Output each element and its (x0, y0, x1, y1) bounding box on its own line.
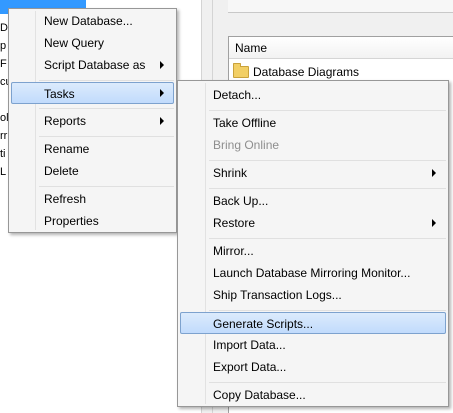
list-item-label: Database Diagrams (253, 65, 360, 79)
menu-item-reports[interactable]: Reports (11, 110, 174, 132)
menu-separator (209, 382, 446, 383)
menu-item-detach[interactable]: Detach... (180, 84, 446, 106)
menu-item-new-database[interactable]: New Database... (11, 10, 174, 32)
menu-item-label: Back Up... (213, 194, 269, 208)
menu-item-label: New Query (44, 36, 105, 50)
menu-item-label: Script Database as (44, 58, 146, 72)
menu-item-label: Launch Database Mirroring Monitor... (213, 266, 411, 280)
menu-item-label: Restore (213, 216, 256, 230)
details-toolbar (228, 0, 453, 13)
menu-item-properties[interactable]: Properties (11, 210, 174, 232)
menu-item-tasks[interactable]: Tasks (11, 82, 174, 104)
menu-separator (39, 108, 174, 109)
menu-item-take-offline[interactable]: Take Offline (180, 112, 446, 134)
submenu-arrow-icon (432, 169, 436, 177)
tasks-submenu: Detach... Take Offline Bring Online Shri… (177, 80, 449, 407)
column-header-name[interactable]: Name (229, 37, 453, 59)
submenu-arrow-icon (432, 219, 436, 227)
menu-separator (209, 160, 446, 161)
menu-item-back-up[interactable]: Back Up... (180, 190, 446, 212)
menu-separator (39, 136, 174, 137)
menu-item-label: Rename (44, 142, 90, 156)
menu-separator (209, 310, 446, 311)
menu-item-label: Properties (44, 214, 99, 228)
menu-item-ship-transaction-logs[interactable]: Ship Transaction Logs... (180, 284, 446, 306)
menu-separator (209, 238, 446, 239)
submenu-arrow-icon (160, 117, 164, 125)
submenu-arrow-icon (160, 89, 164, 97)
menu-item-label: New Database... (44, 14, 133, 28)
menu-item-label: Generate Scripts... (213, 317, 314, 331)
menu-item-restore[interactable]: Restore (180, 212, 446, 234)
menu-item-refresh[interactable]: Refresh (11, 188, 174, 210)
menu-separator (39, 80, 174, 81)
menu-item-export-data[interactable]: Export Data... (180, 356, 446, 378)
menu-item-script-database-as[interactable]: Script Database as (11, 54, 174, 76)
folder-icon (233, 63, 249, 78)
menu-item-label: Export Data... (213, 360, 287, 374)
menu-item-import-data[interactable]: Import Data... (180, 334, 446, 356)
database-context-menu: New Database... New Query Script Databas… (8, 8, 177, 233)
menu-item-label: Detach... (213, 88, 262, 102)
menu-item-copy-database[interactable]: Copy Database... (180, 384, 446, 406)
menu-item-label: Ship Transaction Logs... (213, 288, 342, 302)
menu-item-label: Copy Database... (213, 388, 306, 402)
menu-item-new-query[interactable]: New Query (11, 32, 174, 54)
menu-item-label: Shrink (213, 166, 248, 180)
menu-item-label: Bring Online (213, 138, 280, 152)
menu-item-label: Mirror... (213, 244, 254, 258)
menu-item-label: Reports (44, 114, 87, 128)
menu-item-label: Delete (44, 164, 79, 178)
submenu-arrow-icon (160, 61, 164, 69)
menu-item-label: Import Data... (213, 338, 286, 352)
menu-item-delete[interactable]: Delete (11, 160, 174, 182)
menu-item-launch-mirroring-monitor[interactable]: Launch Database Mirroring Monitor... (180, 262, 446, 284)
menu-separator (209, 188, 446, 189)
menu-item-generate-scripts[interactable]: Generate Scripts... (180, 312, 446, 334)
menu-item-bring-online: Bring Online (180, 134, 446, 156)
list-item[interactable]: Database Diagrams (233, 63, 360, 80)
menu-item-label: Refresh (44, 192, 87, 206)
menu-item-label: Tasks (44, 87, 75, 101)
menu-item-shrink[interactable]: Shrink (180, 162, 446, 184)
menu-separator (209, 110, 446, 111)
column-header-label: Name (235, 41, 268, 55)
menu-item-rename[interactable]: Rename (11, 138, 174, 160)
menu-item-label: Take Offline (213, 116, 277, 130)
menu-item-mirror[interactable]: Mirror... (180, 240, 446, 262)
menu-separator (39, 186, 174, 187)
